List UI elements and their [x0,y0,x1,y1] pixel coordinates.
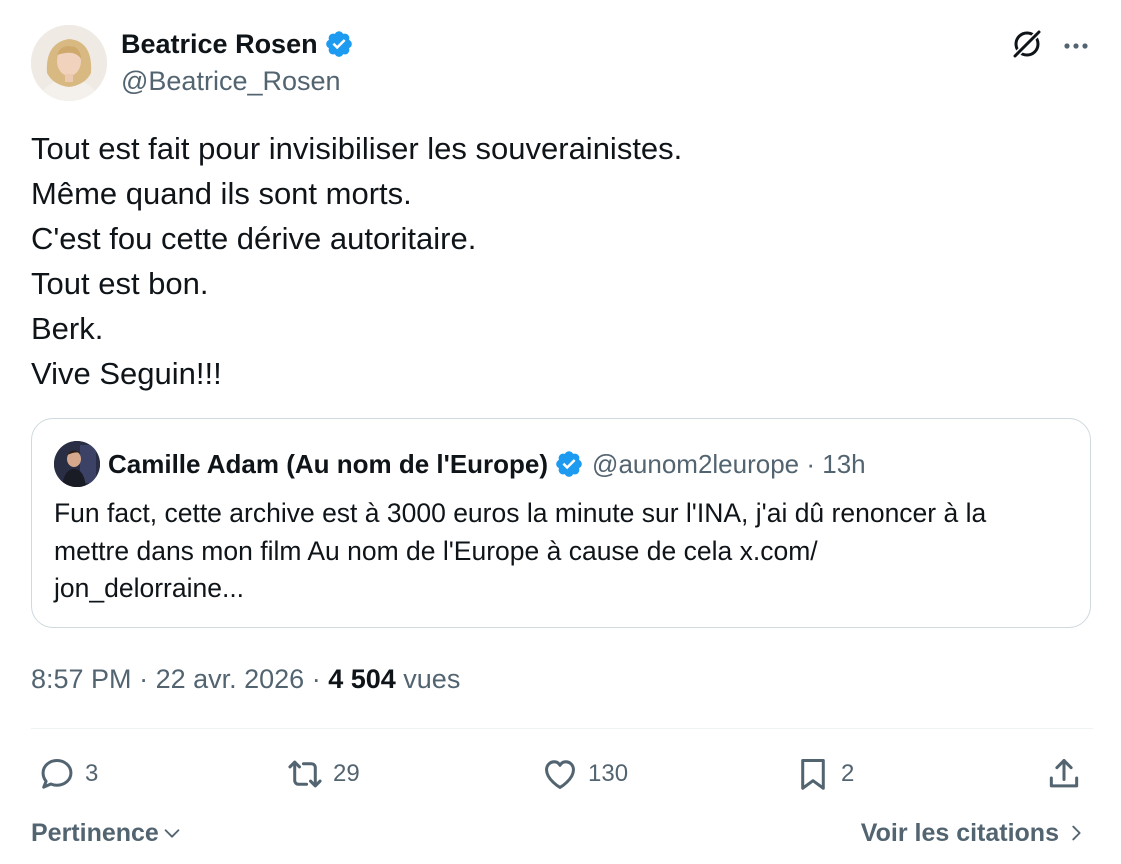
quoted-author-avatar[interactable] [54,441,100,487]
chevron-right-icon [1072,825,1081,841]
divider [31,728,1093,729]
repost-count: 29 [333,760,360,787]
verified-badge-icon[interactable] [554,449,584,479]
verified-badge-icon[interactable] [324,29,354,59]
tweet-line: Vive Seguin!!! [31,356,222,391]
quoted-line: mettre dans mon film Au nom de l'Europe … [54,535,818,566]
quoted-tweet-card[interactable]: Camille Adam (Au nom de l'Europe) @aunom… [31,418,1091,628]
sort-label: Pertinence [31,819,159,847]
quoted-timestamp[interactable]: 13h [822,446,865,482]
repost-icon [288,760,322,788]
quoted-line: jon_delorraine... [54,573,245,603]
grok-icon[interactable] [1010,27,1044,61]
like-count: 130 [588,760,629,787]
sort-selector[interactable]: Pertinence [31,814,183,852]
tweet-line: Tout est bon. [31,266,209,301]
author-name-row: Beatrice Rosen [121,26,354,62]
tweet-meta: 8:57 PM · 22 avr. 2026 · 4 504 vues [31,660,460,698]
author-handle[interactable]: @Beatrice_Rosen [121,64,341,98]
tweet-line: Berk. [31,311,104,346]
bookmark-icon [801,759,825,790]
views-count: 4 504 [328,664,396,694]
tweet-text: Tout est fait pour invisibiliser les sou… [31,126,1091,396]
quoted-author-handle[interactable]: @aunom2leurope [592,446,799,482]
tweet-time[interactable]: 8:57 PM [31,664,132,694]
meta-separator: · [131,664,156,694]
author-display-name[interactable]: Beatrice Rosen [121,26,318,62]
more-options-icon[interactable] [1059,29,1093,63]
quoted-line: Fun fact, cette archive est à 3000 euros… [54,498,987,528]
quoted-separator: · [799,449,823,479]
reply-count: 3 [85,760,99,787]
bookmark-count: 2 [841,760,855,787]
share-button[interactable] [1045,752,1083,796]
repost-button[interactable]: 29 [286,752,360,796]
bookmark-button[interactable]: 2 [794,752,854,796]
reply-button[interactable]: 3 [38,752,98,796]
author-avatar[interactable] [31,25,107,101]
view-quotes-link[interactable]: Voir les citations [861,814,1087,852]
view-quotes-label: Voir les citations [860,819,1059,847]
reply-icon [41,759,73,789]
tweet-header: Beatrice Rosen @Beatrice_Rosen [31,23,1093,103]
quoted-author-display-name[interactable]: Camille Adam (Au nom de l'Europe) [108,446,548,482]
like-button[interactable]: 130 [541,752,628,796]
tweet-line: Tout est fait pour invisibiliser les sou… [31,131,683,166]
tweet-line: C'est fou cette dérive autoritaire. [31,221,477,256]
views-label: vues [403,664,461,694]
meta-separator: · [304,664,329,694]
share-icon [1049,759,1079,788]
quoted-tweet-header: Camille Adam (Au nom de l'Europe) @aunom… [54,441,866,487]
tweet-date[interactable]: 22 avr. 2026 [156,664,305,694]
quoted-tweet-text: Fun fact, cette archive est à 3000 euros… [54,495,1072,608]
tweet-line: Même quand ils sont morts. [31,176,412,211]
heart-icon [545,760,575,789]
chevron-down-icon [164,829,180,838]
